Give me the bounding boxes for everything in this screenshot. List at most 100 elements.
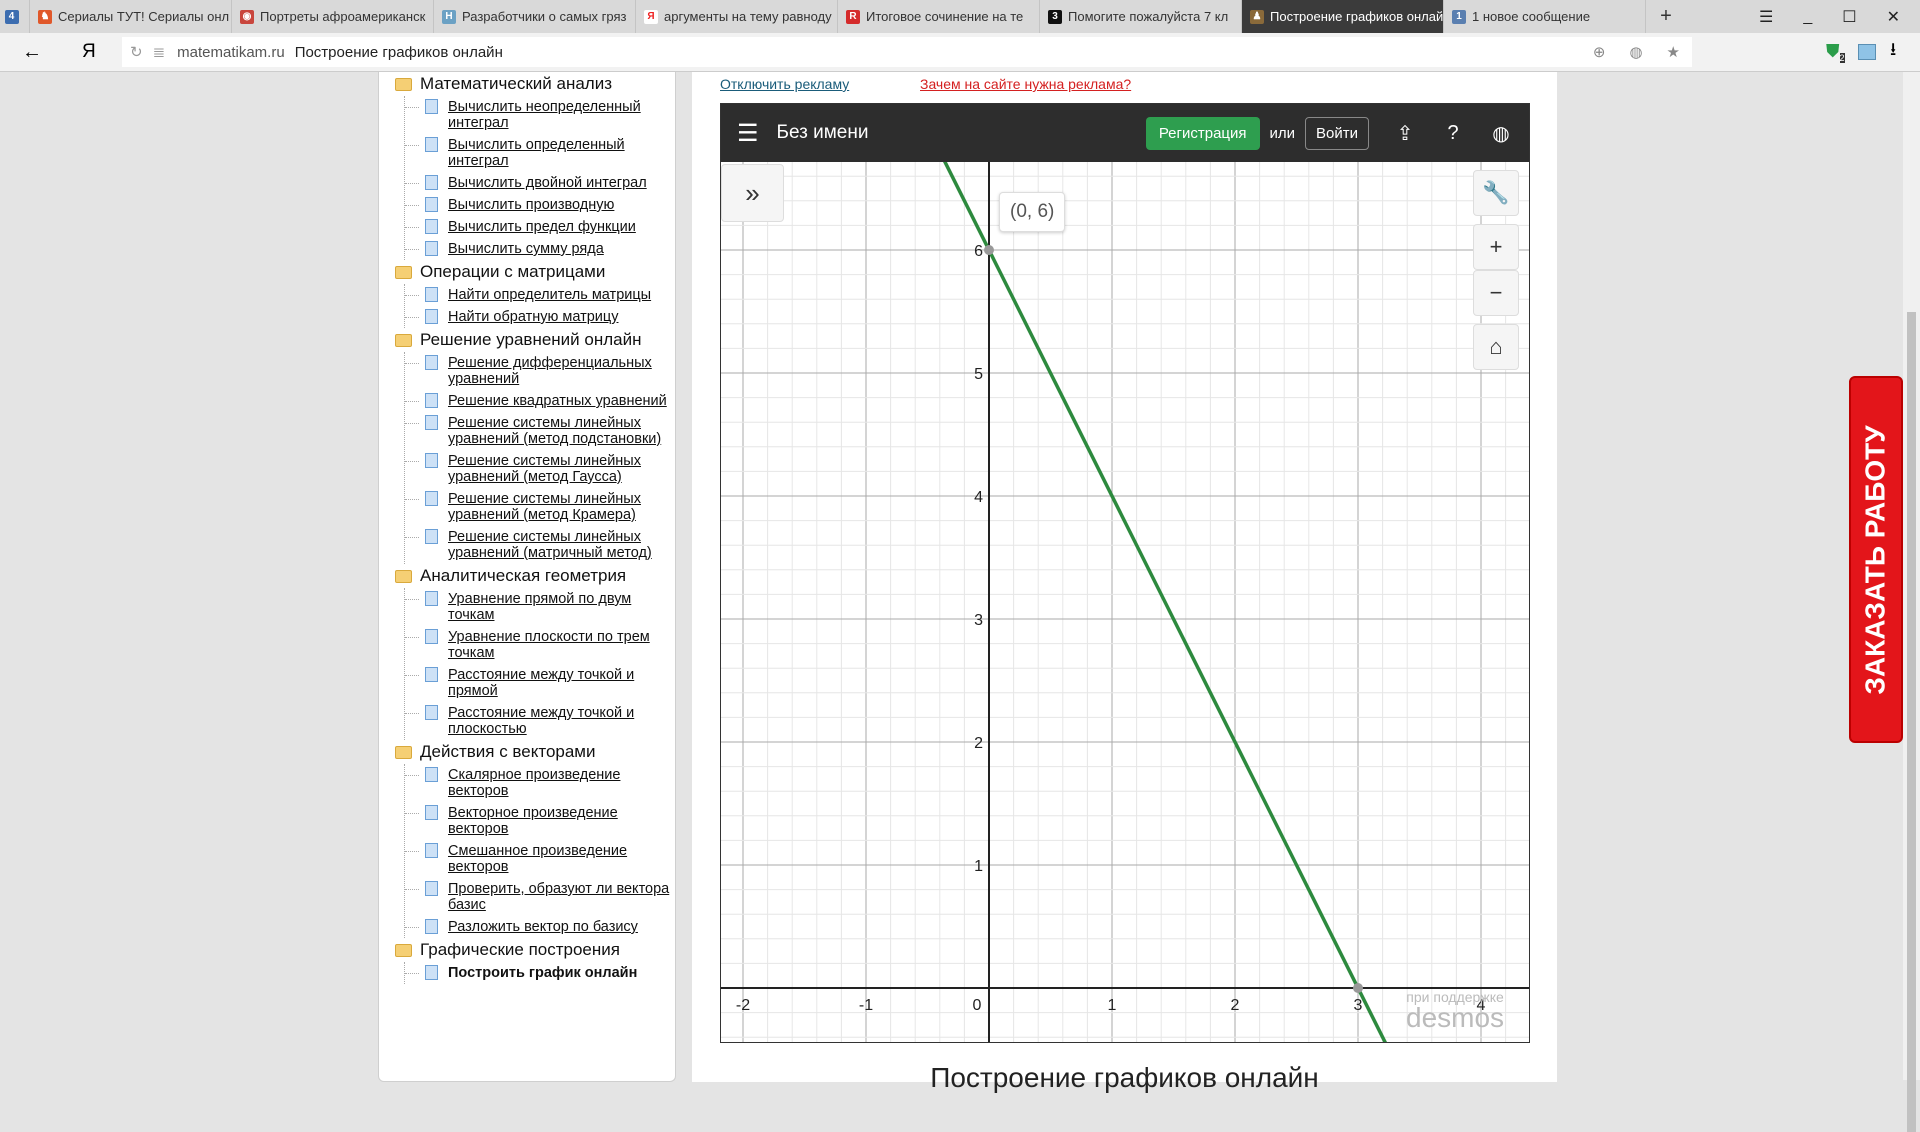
order-work-button[interactable]: ЗАКАЗАТЬ РАБОТУ <box>1849 376 1903 743</box>
home-button[interactable]: ⌂ <box>1473 324 1519 370</box>
wrench-settings-button[interactable]: 🔧 <box>1473 170 1519 216</box>
zoom-icon[interactable]: ⊕ <box>1593 43 1606 61</box>
globe-icon[interactable]: ◍ <box>1489 121 1513 146</box>
browser-tab[interactable]: 1 1 новое сообщение <box>1444 0 1646 33</box>
menu-item-link[interactable]: Вычислить предел функции <box>448 219 675 235</box>
menu-item-link[interactable]: Вычислить определенный интеграл <box>448 137 675 169</box>
menu-group-header[interactable]: Действия с векторами <box>395 740 675 764</box>
document-icon <box>425 965 438 980</box>
browser-tab[interactable]: H Разработчики о самых гряз <box>434 0 636 33</box>
menu-item-link[interactable]: Уравнение плоскости по трем точкам <box>448 629 675 661</box>
turbo-icon[interactable]: ◍ <box>1629 43 1642 61</box>
expand-expressions-button[interactable]: » <box>721 164 784 222</box>
menu-item-link[interactable]: Решение системы линейных уравнений (мето… <box>448 453 675 485</box>
menu-item-link[interactable]: Проверить, образуют ли вектора базис <box>448 881 675 913</box>
reload-icon[interactable]: ↻ <box>130 43 143 61</box>
highlight-point <box>1353 983 1363 993</box>
menu-item-link[interactable]: Векторное произведение векторов <box>448 805 675 837</box>
order-work-label: ЗАКАЗАТЬ РАБОТУ <box>1860 424 1891 695</box>
menu-item: Векторное произведение векторов <box>405 802 675 840</box>
login-button[interactable]: Войти <box>1305 116 1369 150</box>
menu-group: Графические построения Построить график о… <box>395 938 675 984</box>
scrollbar-thumb[interactable] <box>1907 312 1916 1132</box>
menu-item: Решение дифференциальных уравнений <box>405 352 675 390</box>
menu-item-link[interactable]: Вычислить неопределенный интеграл <box>448 99 675 131</box>
browser-tab[interactable]: ♞ Сериалы ТУТ! Сериалы онл <box>30 0 232 33</box>
menu-item-link[interactable]: Смешанное произведение векторов <box>448 843 675 875</box>
document-icon <box>425 393 438 408</box>
menu-item-link[interactable]: Решение системы линейных уравнений (мето… <box>448 491 675 523</box>
menu-group-header[interactable]: Графические построения <box>395 938 675 962</box>
menu-group-header[interactable]: Операции с матрицами <box>395 260 675 284</box>
hamburger-icon[interactable]: ☰ <box>737 119 759 148</box>
tab-favicon-icon: H <box>442 9 456 24</box>
document-icon <box>425 629 438 644</box>
document-icon <box>425 843 438 858</box>
minimize-icon[interactable]: _ <box>1803 8 1812 26</box>
reader-icon[interactable]: ≣ <box>153 43 166 61</box>
menu-group-header[interactable]: Решение уравнений онлайн <box>395 328 675 352</box>
browser-tab[interactable]: Яаргументы на тему равноду <box>636 0 838 33</box>
document-icon <box>425 287 438 302</box>
document-icon <box>425 529 438 544</box>
tab-label: аргументы на тему равноду <box>664 9 832 24</box>
menu-item-link[interactable]: Решение квадратных уравнений <box>448 393 675 409</box>
register-button[interactable]: Регистрация <box>1145 116 1260 150</box>
close-window-icon[interactable]: ✕ <box>1887 7 1900 27</box>
menu-item-link[interactable]: Найти определитель матрицы <box>448 287 675 303</box>
scrollbar[interactable] <box>1903 72 1920 1132</box>
help-icon[interactable]: ? <box>1441 122 1465 145</box>
browser-tab[interactable]: ◉ Портреты афроамериканск <box>232 0 434 33</box>
yandex-logo-icon[interactable]: Я <box>82 41 96 63</box>
menu-item-link[interactable]: Вычислить производную <box>448 197 675 213</box>
browser-menu-tab[interactable]: 4 <box>0 0 30 33</box>
x-tick-label: 2 <box>1231 997 1240 1014</box>
menu-icon[interactable]: ☰ <box>1759 7 1773 27</box>
back-icon[interactable]: ← <box>22 41 42 64</box>
why-ads-link[interactable]: Зачем на сайте нужна реклама? <box>920 76 1131 92</box>
adguard-shield-icon[interactable]: ⛊2 <box>1826 41 1845 64</box>
browser-tab[interactable]: ♟Построение графиков онлайн✕ <box>1242 0 1444 33</box>
menu-item-link[interactable]: Решение системы линейных уравнений (мето… <box>448 415 675 447</box>
share-icon[interactable]: ⇪ <box>1393 121 1417 146</box>
menu-item-link[interactable]: Решение системы линейных уравнений (матр… <box>448 529 675 561</box>
menu-item-link[interactable]: Решение дифференциальных уравнений <box>448 355 675 387</box>
tab-favicon-icon: Я <box>644 9 658 24</box>
graph-plot-area[interactable]: -2 -1 0 1 2 3 4 1 2 3 4 5 6 » (0, 6) 🔧 + − ⌂ при под… <box>721 162 1529 1042</box>
menu-group-title: Решение уравнений онлайн <box>420 330 642 349</box>
menu-item-link[interactable]: Расстояние между точкой и плоскостью <box>448 705 675 737</box>
menu-item-link[interactable]: Найти обратную матрицу <box>448 309 675 325</box>
image-extension-icon[interactable] <box>1858 44 1876 60</box>
document-icon <box>425 453 438 468</box>
zoom-out-button[interactable]: − <box>1473 270 1519 316</box>
download-icon[interactable]: ⭳ <box>1890 37 1896 67</box>
menu-group-title: Действия с векторами <box>420 742 596 761</box>
tab-favicon-icon: 3 <box>1048 9 1062 24</box>
tab-favicon-icon: 1 <box>1452 9 1466 24</box>
menu-group-header[interactable]: Математический анализ <box>395 72 675 96</box>
zoom-in-button[interactable]: + <box>1473 224 1519 270</box>
browser-tab[interactable]: R Итоговое сочинение на те <box>838 0 1040 33</box>
menu-item-link[interactable]: Скалярное произведение векторов <box>448 767 675 799</box>
new-tab-button[interactable]: + <box>1646 0 1686 33</box>
tab-favicon-icon: ♟ <box>1250 9 1264 24</box>
x-tick-label: 3 <box>1354 997 1363 1014</box>
menu-item-link[interactable]: Уравнение прямой по двум точкам <box>448 591 675 623</box>
x-tick-label: 1 <box>1108 997 1117 1014</box>
desmos-calculator: ☰ Без имени Регистрация или Войти ⇪ ? ◍ … <box>720 103 1530 1043</box>
disable-ads-link[interactable]: Отключить рекламу <box>720 76 849 92</box>
menu-item-link[interactable]: Вычислить сумму ряда <box>448 241 675 257</box>
menu-item: Уравнение плоскости по трем точкам <box>405 626 675 664</box>
y-tick-label: 3 <box>974 612 983 629</box>
menu-item-link[interactable]: Построить график онлайн <box>448 965 675 981</box>
bookmark-star-icon[interactable]: ★ <box>1667 43 1680 61</box>
menu-item-link[interactable]: Разложить вектор по базису <box>448 919 675 935</box>
desmos-watermark: при поддержке desmos <box>1406 990 1504 1032</box>
menu-item: Найти обратную матрицу <box>405 306 675 328</box>
menu-item-link[interactable]: Вычислить двойной интеграл <box>448 175 675 191</box>
menu-item-link[interactable]: Расстояние между точкой и прямой <box>448 667 675 699</box>
address-field[interactable]: ↻ ≣ matematikam.ru Построение графиков о… <box>122 37 1692 67</box>
menu-group-header[interactable]: Аналитическая геометрия <box>395 564 675 588</box>
maximize-icon[interactable]: ☐ <box>1842 7 1856 27</box>
browser-tab[interactable]: 3 Помогите пожалуйста 7 кл <box>1040 0 1242 33</box>
